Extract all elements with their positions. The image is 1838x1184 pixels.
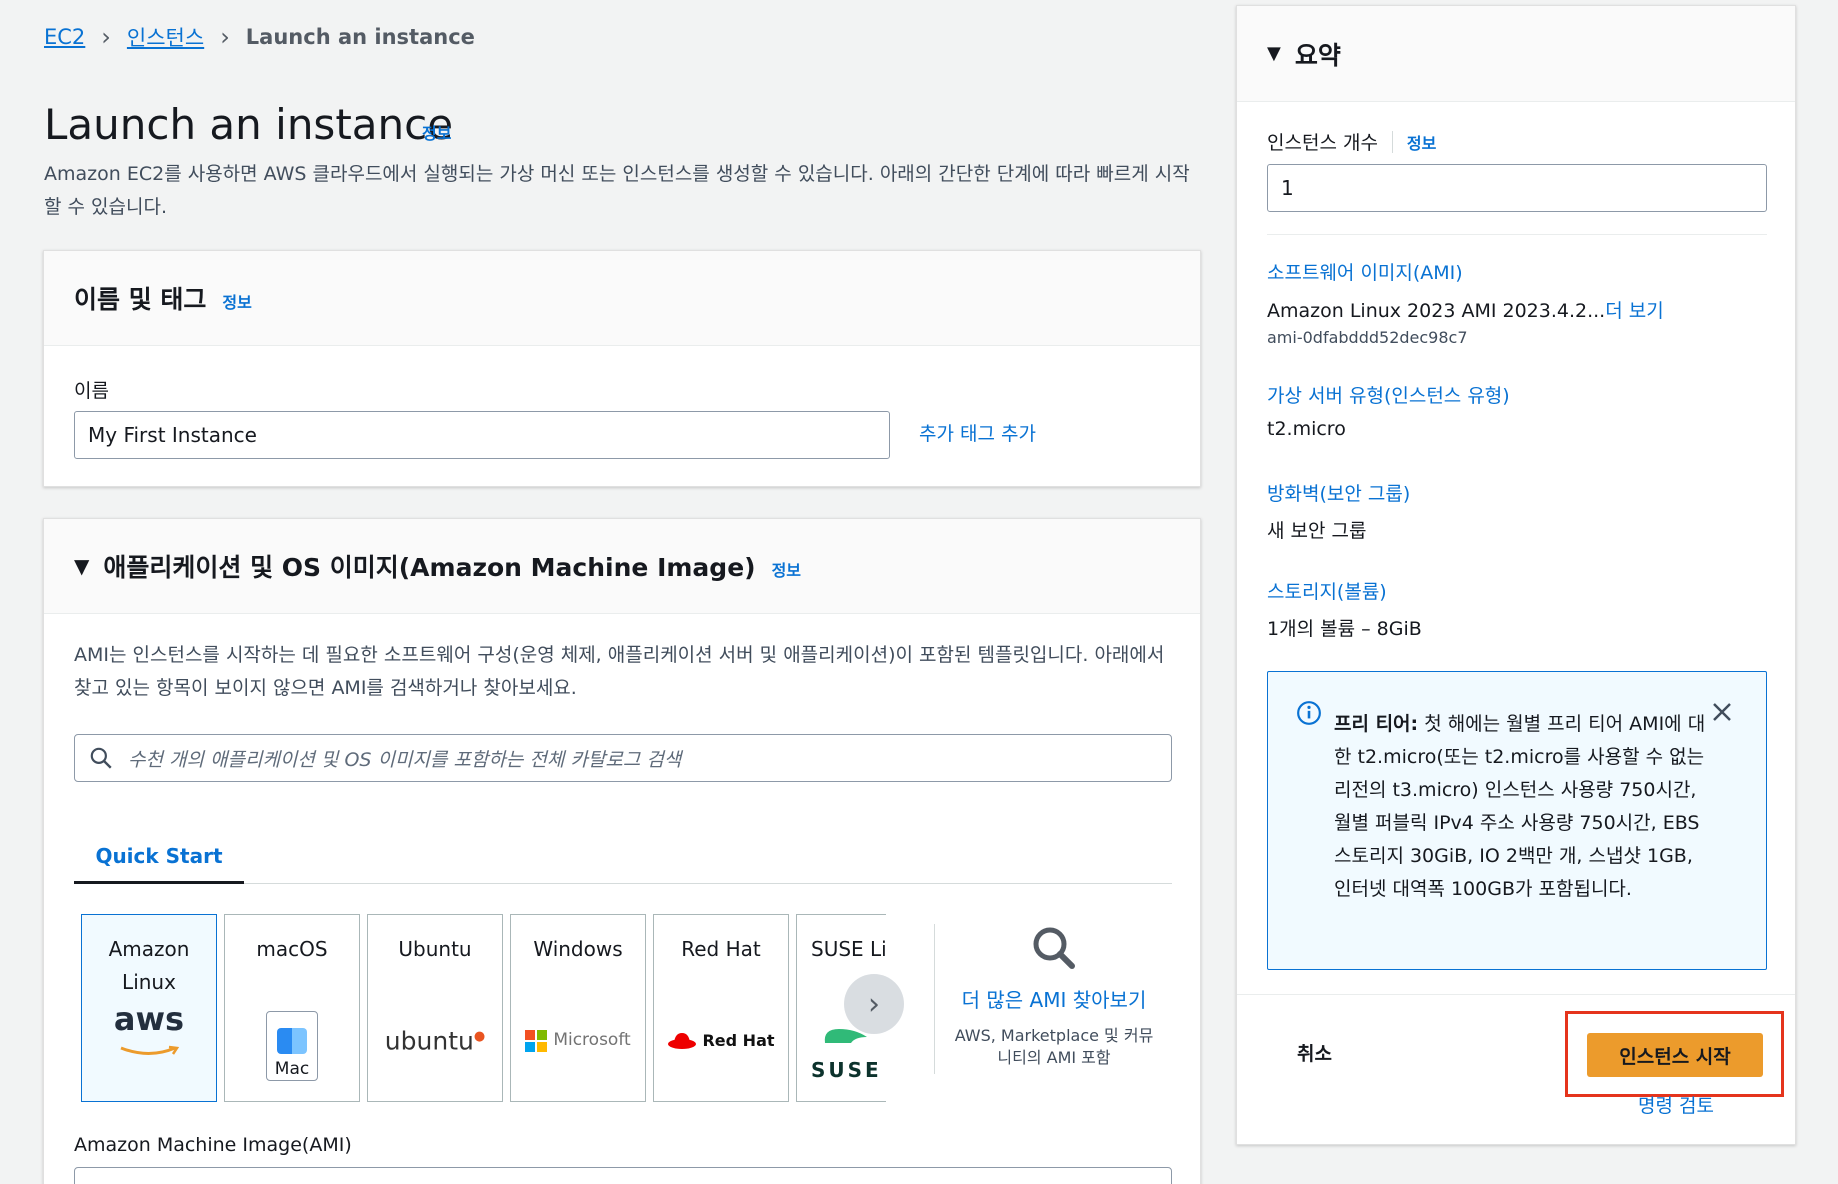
add-tags-link[interactable]: 추가 태그 추가	[919, 419, 1036, 446]
name-tags-header: 이름 및 태그 정보	[44, 251, 1200, 346]
page-description: Amazon EC2를 사용하면 AWS 클라우드에서 실행되는 가상 머신 또…	[44, 163, 1190, 218]
ami-tile-ubuntu[interactable]: Ubuntu ubuntu●	[367, 914, 503, 1102]
instance-count-label-row: 인스턴스 개수 정보	[1267, 128, 1436, 155]
ami-panel: ▼ 애플리케이션 및 OS 이미지(Amazon Machine Image) …	[43, 518, 1201, 1184]
free-tier-alert: 프리 티어: 첫 해에는 월별 프리 티어 AMI에 대한 t2.micro(또…	[1267, 671, 1767, 970]
storage-link[interactable]: 스토리지(볼륨)	[1267, 577, 1387, 604]
summary-header: ▼ 요약	[1237, 6, 1795, 102]
info-icon	[1297, 701, 1321, 725]
ami-tile-label: Amazon Linux	[108, 937, 190, 994]
breadcrumb-current: Launch an instance	[245, 25, 475, 49]
summary-title[interactable]: 요약	[1295, 36, 1341, 72]
chevron-right-icon: ›	[101, 23, 111, 51]
ami-tile-label: SUSE Li	[811, 937, 886, 961]
ami-tile-label: macOS	[256, 937, 328, 961]
software-image-link[interactable]: 소프트웨어 이미지(AMI)	[1267, 258, 1463, 285]
ami-header: ▼ 애플리케이션 및 OS 이미지(Amazon Machine Image) …	[44, 519, 1200, 614]
breadcrumb-instances-link[interactable]: 인스턴스	[127, 22, 204, 52]
tab-quick-start[interactable]: Quick Start	[74, 844, 244, 884]
ami-tiles: Amazon Linux aws macOS Mac Ubuntu ubuntu…	[81, 914, 886, 1102]
software-image-value-row: Amazon Linux 2023 AMI 2023.4.2...더 보기	[1267, 296, 1664, 323]
software-more-link[interactable]: 더 보기	[1605, 300, 1663, 322]
free-tier-title: 프리 티어:	[1334, 713, 1419, 735]
summary-footer: 취소 인스턴스 시작 명령 검토	[1237, 994, 1795, 1144]
ami-tile-redhat[interactable]: Red Hat Red Hat	[653, 914, 789, 1102]
browse-more-subtext: AWS, Marketplace 및 커뮤니티의 AMI 포함	[954, 1026, 1154, 1067]
instance-type-value: t2.micro	[1267, 418, 1346, 440]
ami-tile-label: Ubuntu	[398, 937, 472, 961]
ami-tabs: Quick Start	[74, 844, 1172, 884]
free-tier-text-block: 프리 티어: 첫 해에는 월별 프리 티어 AMI에 대한 t2.micro(또…	[1334, 708, 1706, 906]
name-tags-title: 이름 및 태그	[74, 285, 207, 314]
ami-description: AMI는 인스턴스를 시작하는 데 필요한 소프트웨어 구성(운영 체제, 애플…	[74, 644, 1165, 699]
search-icon	[1033, 927, 1075, 969]
name-tags-panel: 이름 및 태그 정보 이름 My First Instance 추가 태그 추가	[43, 250, 1201, 487]
ami-search-placeholder: 수천 개의 애플리케이션 및 OS 이미지를 포함하는 전체 카탈로그 검색	[128, 748, 682, 771]
ami-label: Amazon Machine Image(AMI)	[74, 1134, 352, 1156]
carousel-next-button[interactable]: ›	[844, 974, 904, 1034]
cancel-button[interactable]: 취소	[1297, 1039, 1332, 1066]
page-title: Launch an instance	[44, 100, 454, 149]
breadcrumb: EC2 › 인스턴스 › Launch an instance	[44, 22, 475, 52]
ami-info-link[interactable]: 정보	[772, 557, 801, 581]
ami-select[interactable]	[74, 1167, 1172, 1184]
microsoft-logo: Microsoft	[525, 1024, 631, 1057]
chevron-right-icon: ›	[220, 23, 230, 51]
ami-tile-macos[interactable]: macOS Mac	[224, 914, 360, 1102]
ami-tile-windows[interactable]: Windows Microsoft	[510, 914, 646, 1102]
aws-logo: aws	[114, 1003, 184, 1067]
instance-count-label: 인스턴스 개수	[1267, 132, 1378, 154]
tiles-divider	[934, 924, 935, 1074]
ami-tile-label: Windows	[533, 937, 623, 961]
breadcrumb-ec2-link[interactable]: EC2	[44, 25, 85, 49]
browse-more-ami[interactable]: 더 많은 AMI 찾아보기 AWS, Marketplace 및 커뮤니티의 A…	[949, 924, 1159, 1069]
summary-panel: ▼ 요약 인스턴스 개수 정보 1 소프트웨어 이미지(AMI) Amazon …	[1236, 5, 1796, 1145]
name-input[interactable]: My First Instance	[74, 411, 890, 459]
firewall-value: 새 보안 그룹	[1267, 520, 1367, 542]
ami-tile-amazon-linux[interactable]: Amazon Linux aws	[81, 914, 217, 1102]
caret-down-icon[interactable]: ▼	[1267, 43, 1281, 64]
instance-count-input[interactable]: 1	[1267, 164, 1767, 212]
launch-instance-button[interactable]: 인스턴스 시작	[1587, 1033, 1763, 1077]
firewall-link[interactable]: 방화벽(보안 그룹)	[1267, 479, 1410, 506]
page-info-link[interactable]: 정보	[422, 120, 451, 144]
caret-down-icon[interactable]: ▼	[74, 554, 89, 578]
review-commands-link[interactable]: 명령 검토	[1638, 1091, 1714, 1118]
search-icon	[90, 747, 112, 769]
storage-value: 1개의 볼륨 – 8GiB	[1267, 618, 1422, 640]
ami-title[interactable]: 애플리케이션 및 OS 이미지(Amazon Machine Image)	[103, 548, 755, 584]
name-label: 이름	[74, 380, 109, 402]
instance-type-link[interactable]: 가상 서버 유형(인스턴스 유형)	[1267, 381, 1510, 408]
ubuntu-logo: ubuntu●	[384, 1026, 486, 1055]
instance-count-info-link[interactable]: 정보	[1407, 130, 1436, 154]
close-icon[interactable]	[1710, 700, 1734, 724]
ami-tile-label: Red Hat	[681, 937, 761, 961]
name-tags-info-link[interactable]: 정보	[222, 289, 251, 313]
mac-logo: Mac	[266, 1011, 318, 1081]
free-tier-text: 첫 해에는 월별 프리 티어 AMI에 대한 t2.micro(또는 t2.mi…	[1334, 713, 1706, 900]
browse-more-link[interactable]: 더 많은 AMI 찾아보기	[949, 984, 1159, 1013]
ami-id: ami-0dfabddd52dec98c7	[1267, 328, 1468, 347]
redhat-logo: Red Hat	[667, 1024, 775, 1057]
software-image-value: Amazon Linux 2023 AMI 2023.4.2...	[1267, 300, 1606, 322]
chevron-right-icon: ›	[868, 986, 880, 1022]
ami-search-input[interactable]: 수천 개의 애플리케이션 및 OS 이미지를 포함하는 전체 카탈로그 검색	[74, 734, 1172, 782]
